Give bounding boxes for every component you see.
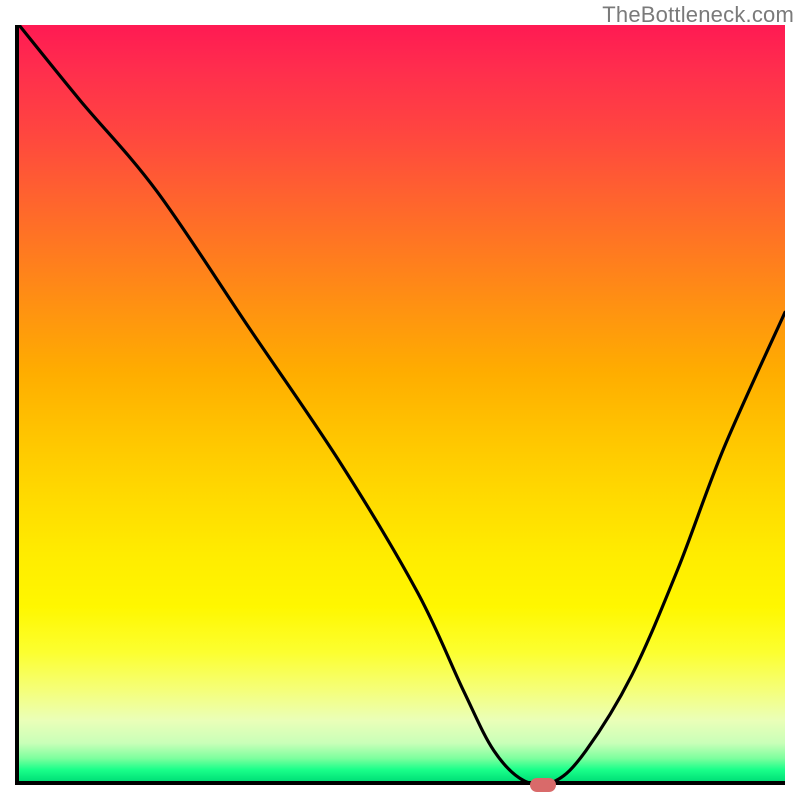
bottleneck-chart: TheBottleneck.com — [0, 0, 800, 800]
bottleneck-curve-line — [19, 25, 785, 781]
curve-layer — [19, 25, 785, 781]
optimal-point-marker — [530, 778, 556, 792]
plot-area — [15, 25, 785, 785]
